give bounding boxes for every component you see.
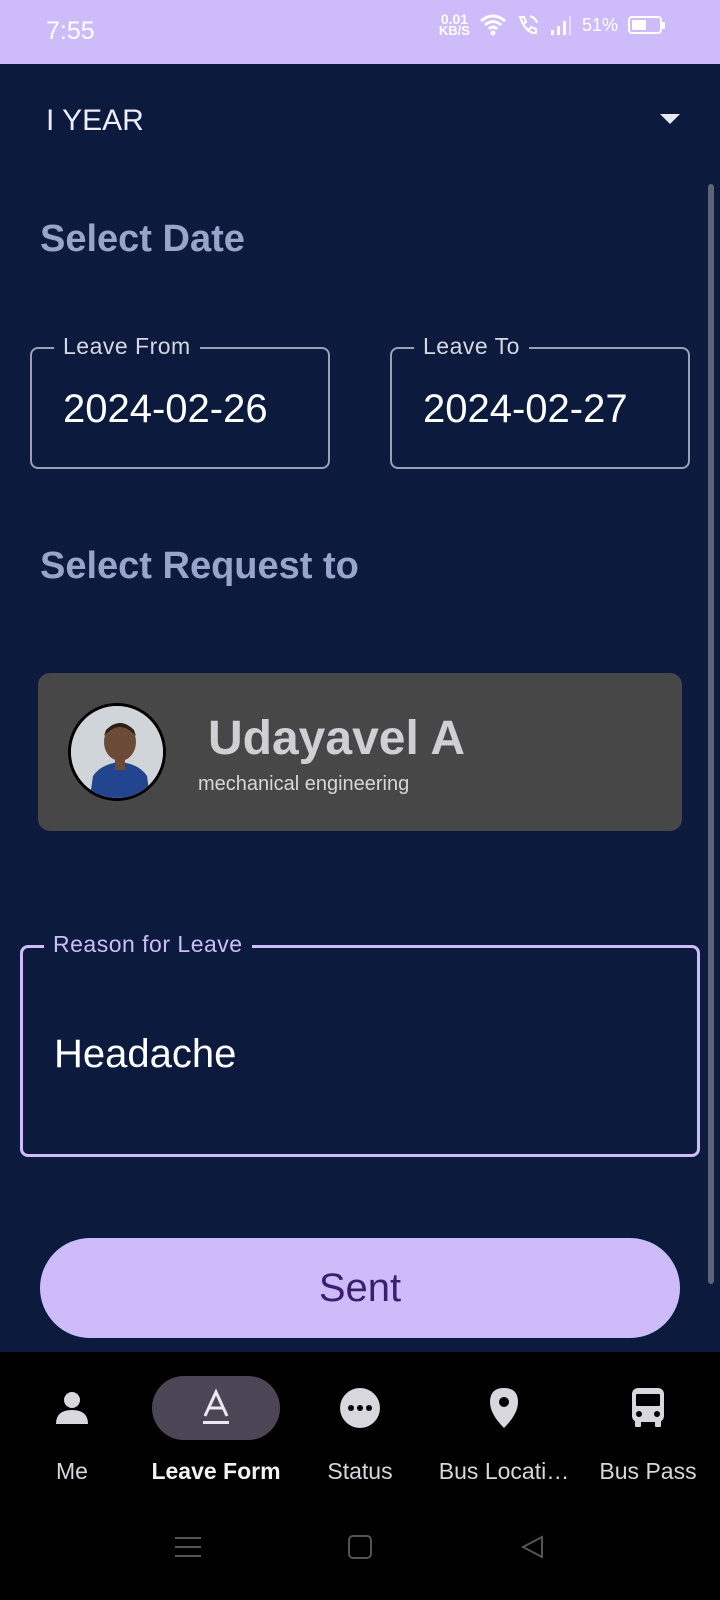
more-dots-icon: [340, 1388, 380, 1428]
reason-for-leave-field[interactable]: Reason for Leave Headache: [20, 931, 700, 1157]
home-icon[interactable]: [348, 1535, 372, 1559]
battery-icon: [628, 16, 665, 34]
person-icon: [56, 1392, 88, 1424]
status-icons: 0.01 KB/S 51%: [438, 11, 665, 38]
nav-label-bus-pass: Bus Pass: [599, 1458, 697, 1484]
leave-to-label: Leave To: [414, 333, 529, 360]
nav-item-status[interactable]: Status: [288, 1352, 432, 1512]
year-select-value[interactable]: I YEAR: [46, 104, 144, 138]
clock: 7:55: [46, 17, 95, 45]
leave-from-value: 2024-02-26: [63, 387, 268, 431]
wifi-icon: [480, 14, 506, 36]
nav-label-me: Me: [56, 1458, 88, 1484]
nav-label-status: Status: [327, 1458, 393, 1484]
leave-from-field[interactable]: Leave From 2024-02-26: [30, 333, 330, 469]
bottom-navigation: Me Leave Form Status Bus Locati… Bus Pas…: [0, 1352, 720, 1600]
location-pin-icon: [490, 1388, 518, 1428]
nav-item-me[interactable]: Me: [0, 1352, 144, 1512]
nav-item-bus-location[interactable]: Bus Locati…: [432, 1352, 576, 1512]
network-speed: 0.01 KB/S: [438, 11, 470, 38]
contact-department: mechanical engineering: [198, 773, 410, 795]
bus-icon: [632, 1388, 664, 1427]
select-request-title: Select Request to: [40, 545, 359, 587]
nav-label-leave-form: Leave Form: [151, 1458, 281, 1484]
text-a-icon: [203, 1388, 229, 1424]
request-recipient-card[interactable]: Udayavel A mechanical engineering: [38, 673, 682, 831]
leave-form-screen: I YEAR Select Date Leave From 2024-02-26…: [0, 64, 720, 1352]
status-bar: 7:55 0.01 KB/S 51%: [0, 0, 720, 64]
nav-item-leave-form[interactable]: Leave Form: [144, 1352, 288, 1512]
sent-button[interactable]: Sent: [40, 1238, 680, 1338]
contact-name: Udayavel A: [208, 712, 466, 765]
menu-icon[interactable]: [175, 1535, 201, 1559]
wifi-calling-icon: [518, 15, 538, 35]
leave-from-label: Leave From: [54, 333, 200, 360]
reason-for-leave-value: Headache: [54, 1032, 237, 1076]
nav-item-bus-pass[interactable]: Bus Pass: [576, 1352, 720, 1512]
nav-label-bus-location: Bus Locati…: [438, 1458, 570, 1484]
signal-icon: [550, 16, 571, 35]
battery-percent: 51%: [581, 14, 618, 35]
select-date-title: Select Date: [40, 218, 245, 260]
back-icon[interactable]: [520, 1535, 544, 1559]
leave-to-field[interactable]: Leave To 2024-02-27: [390, 333, 690, 469]
leave-to-value: 2024-02-27: [423, 387, 628, 431]
avatar: [68, 703, 166, 801]
scrollbar[interactable]: [708, 184, 714, 1284]
reason-for-leave-label: Reason for Leave: [44, 931, 252, 958]
chevron-down-icon[interactable]: [660, 114, 680, 124]
